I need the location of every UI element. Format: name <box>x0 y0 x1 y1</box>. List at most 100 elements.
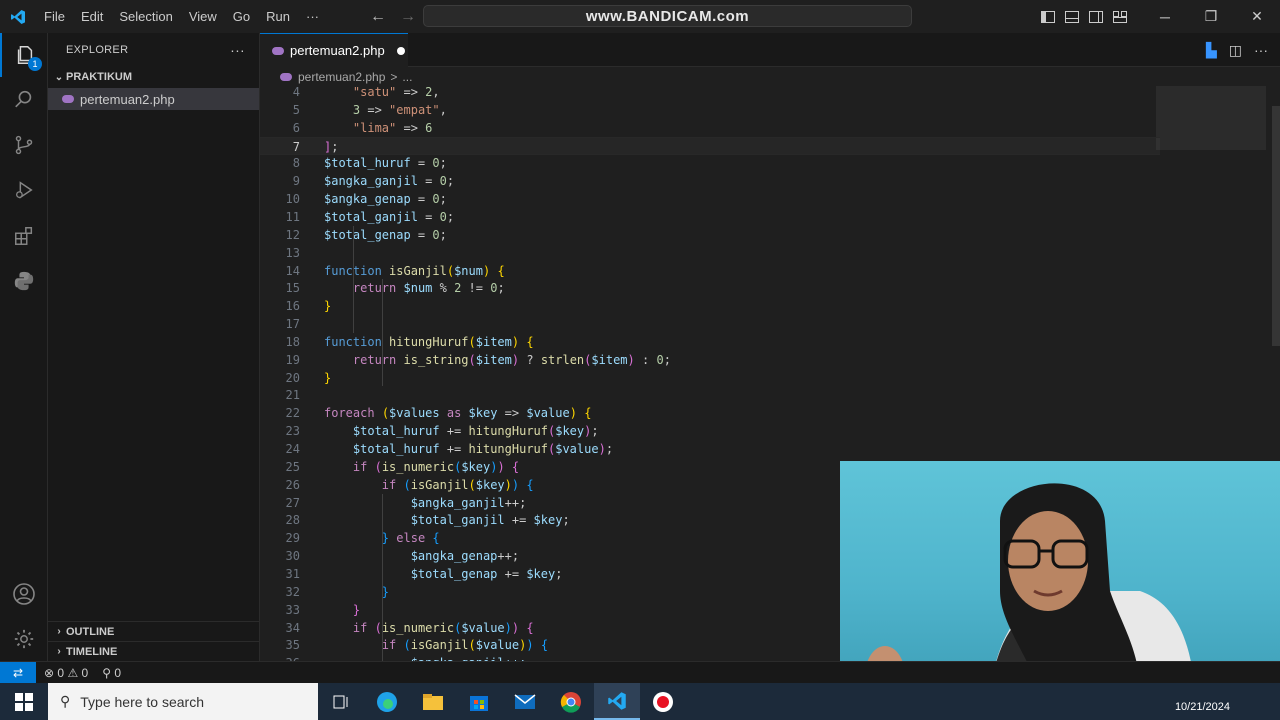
remote-indicator-icon[interactable]: ⇄ <box>0 661 36 684</box>
code-line[interactable]: 19 return is_string($item) ? strlen($ite… <box>260 351 1160 369</box>
chrome-icon[interactable] <box>548 683 594 720</box>
code-token: ; <box>446 209 455 224</box>
command-center[interactable]: www.BANDICAM.com <box>423 5 912 27</box>
file-explorer-icon[interactable] <box>410 683 456 720</box>
code-token: "satu" <box>352 86 397 99</box>
file-item-pertemuan2[interactable]: pertemuan2.php <box>48 88 259 110</box>
code-line[interactable]: 9 $angka_ganjil = 0; <box>260 172 1160 190</box>
code-token: function <box>324 334 382 349</box>
unsaved-dot-icon[interactable] <box>396 46 405 55</box>
vertical-scrollbar[interactable] <box>1272 106 1280 346</box>
toggle-secondary-sidebar-icon[interactable] <box>1084 0 1108 33</box>
task-view-icon[interactable] <box>318 683 364 720</box>
code-line[interactable]: 10 $angka_genap = 0; <box>260 190 1160 208</box>
taskbar-search-box[interactable]: ⚲ Type here to search <box>48 683 318 720</box>
edge-icon[interactable] <box>364 683 410 720</box>
code-token: $num <box>403 281 433 296</box>
vscode-taskbar-icon[interactable] <box>594 683 640 720</box>
code-token: = <box>410 192 433 207</box>
code-line[interactable]: 8 $total_huruf = 0; <box>260 154 1160 172</box>
source-control-icon[interactable] <box>0 123 48 167</box>
restore-button[interactable]: ❐ <box>1188 0 1234 33</box>
tab-label: pertemuan2.php <box>290 43 385 58</box>
code-line[interactable]: 11 $total_ganjil = 0; <box>260 208 1160 226</box>
code-line[interactable]: 24 $total_huruf += hitungHuruf($value); <box>260 440 1160 458</box>
code-line[interactable]: 14 function isGanjil($num) { <box>260 262 1160 280</box>
menu-item-2[interactable]: Selection <box>111 0 180 33</box>
code-line[interactable]: 21 <box>260 386 1160 404</box>
outline-section[interactable]: › OUTLINE <box>48 621 260 641</box>
code-line[interactable]: 7]; <box>260 136 1160 155</box>
folder-praktikum[interactable]: ⌄ PRAKTIKUM <box>48 66 259 88</box>
code-line[interactable]: 16} <box>260 297 1160 315</box>
explorer-sidebar: EXPLORER ··· ⌄ PRAKTIKUM pertemuan2.php … <box>48 33 260 661</box>
ports-indicator[interactable]: ⚲ 0 <box>102 666 121 680</box>
code-text: if (isGanjil($value)) { <box>324 636 548 654</box>
code-line[interactable]: 17 <box>260 315 1160 333</box>
search-icon[interactable] <box>0 77 48 121</box>
line-number: 36 <box>260 654 300 661</box>
code-line[interactable]: 15 return $num % 2 != 0; <box>260 279 1160 297</box>
line-number: 11 <box>285 209 300 224</box>
code-token: ++; <box>497 549 520 564</box>
windows-start-icon[interactable] <box>0 683 48 720</box>
code-token: ; <box>605 442 614 456</box>
toggle-panel-icon[interactable] <box>1060 0 1084 33</box>
line-number: 17 <box>285 317 300 332</box>
split-editor-icon[interactable]: ◫ <box>1229 42 1242 59</box>
compare-icon[interactable]: ▙ <box>1206 42 1217 59</box>
forward-arrow-icon[interactable]: → <box>400 8 416 26</box>
extensions-icon[interactable] <box>0 214 48 258</box>
mail-icon[interactable] <box>502 683 548 720</box>
menu-item-1[interactable]: Edit <box>73 0 111 33</box>
explorer-icon[interactable]: 1 <box>0 33 48 77</box>
toggle-sidebar-icon[interactable] <box>1036 0 1060 33</box>
code-token: $value <box>526 406 570 421</box>
run-debug-icon[interactable] <box>0 168 48 212</box>
tab-pertemuan2[interactable]: pertemuan2.php <box>260 33 408 67</box>
minimap[interactable] <box>1156 86 1266 150</box>
menu-item-3[interactable]: View <box>181 0 225 33</box>
more-actions-icon[interactable]: ··· <box>230 42 245 58</box>
store-icon[interactable] <box>456 683 502 720</box>
code-line[interactable]: 18 function hitungHuruf($item) { <box>260 333 1160 351</box>
close-button[interactable]: ✕ <box>1234 0 1280 33</box>
code-token: is_numeric <box>381 459 455 474</box>
window-controls: ─ ❐ ✕ <box>1036 0 1280 33</box>
code-line[interactable]: 5 3 => "empat", <box>260 101 1160 119</box>
code-token: $total_huruf <box>352 442 440 456</box>
code-line[interactable]: 6 "lima" => 6 <box>260 119 1160 137</box>
code-token: "empat" <box>389 102 440 117</box>
code-token: ( <box>374 620 382 635</box>
breadcrumb-file[interactable]: pertemuan2.php <box>298 70 385 84</box>
minimize-button[interactable]: ─ <box>1142 0 1188 33</box>
menu-item-6[interactable]: ··· <box>298 0 327 33</box>
settings-gear-icon[interactable] <box>0 617 48 661</box>
code-text: function hitungHuruf($item) { <box>324 333 534 351</box>
code-token: $value <box>475 638 520 653</box>
menu-item-5[interactable]: Run <box>258 0 298 33</box>
code-line[interactable]: 20} <box>260 369 1160 387</box>
python-icon[interactable] <box>0 259 48 303</box>
accounts-icon[interactable] <box>0 572 48 616</box>
code-line[interactable]: 22 foreach ($values as $key => $value) { <box>260 404 1160 422</box>
timeline-section[interactable]: › TIMELINE <box>48 641 260 661</box>
code-line[interactable]: 13 <box>260 244 1160 262</box>
more-actions-icon[interactable]: ··· <box>1254 42 1268 58</box>
code-line[interactable]: 23 $total_huruf += hitungHuruf($key); <box>260 422 1160 440</box>
code-token: ( <box>468 334 476 349</box>
errors-indicator[interactable]: ⊗ 0 ⚠ 0 <box>44 666 88 680</box>
bandicam-record-icon[interactable] <box>640 683 686 720</box>
code-line[interactable]: 12 $total_genap = 0; <box>260 226 1160 244</box>
outline-label: OUTLINE <box>66 625 115 638</box>
menu-item-4[interactable]: Go <box>225 0 258 33</box>
menu-item-0[interactable]: File <box>36 0 73 33</box>
customize-layout-icon[interactable] <box>1108 0 1132 33</box>
search-placeholder: Type here to search <box>80 693 205 710</box>
code-token: ) <box>497 459 505 474</box>
back-arrow-icon[interactable]: ← <box>370 8 386 26</box>
code-line[interactable]: 4 "satu" => 2, <box>260 86 1160 101</box>
breadcrumb-rest[interactable]: ... <box>402 70 412 84</box>
